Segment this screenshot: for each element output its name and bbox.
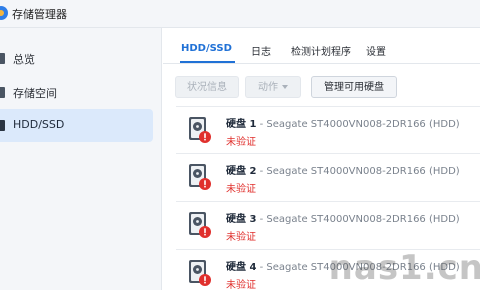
- manage-available-label: 管理可用硬盘: [324, 82, 384, 93]
- hard-drive-warning-icon: [189, 164, 211, 190]
- list-item[interactable]: 硬盘 1 - Seagate ST4000VN008-2DR166 (HDD) …: [176, 106, 480, 154]
- sidebar-item-label: 总览: [13, 53, 35, 66]
- disk-separator: -: [256, 166, 267, 177]
- sidebar-item-label: 存储空间: [13, 87, 57, 100]
- hard-drive-warning-icon: [189, 117, 211, 143]
- tab-hdd-ssd[interactable]: HDD/SSD: [181, 43, 232, 54]
- action-label: 动作: [258, 82, 278, 93]
- hdd-icon: [0, 120, 5, 131]
- tab-settings[interactable]: 设置: [366, 43, 386, 58]
- sidebar-item-storage-pool[interactable]: 存储空间: [0, 76, 153, 109]
- overview-icon: [0, 53, 5, 64]
- status-info-label: 状况信息: [187, 82, 227, 93]
- hard-drive-warning-icon: [189, 212, 211, 238]
- disk-title: 硬盘 1 - Seagate ST4000VN008-2DR166 (HDD): [226, 115, 460, 130]
- title-bar: 存储管理器: [0, 0, 480, 28]
- watermark: nas1.cn: [328, 248, 480, 288]
- sidebar: 总览 存储空间 HDD/SSD: [0, 28, 162, 290]
- sidebar-item-label: HDD/SSD: [13, 118, 65, 131]
- disk-model: Seagate ST4000VN008-2DR166 (HDD): [266, 214, 460, 225]
- window-title: 存储管理器: [12, 8, 67, 21]
- status-info-button[interactable]: 状况信息: [175, 76, 239, 98]
- disk-name: 硬盘 1: [226, 119, 257, 130]
- list-item[interactable]: 硬盘 3 - Seagate ST4000VN008-2DR166 (HDD) …: [176, 202, 480, 250]
- disk-model: Seagate ST4000VN008-2DR166 (HDD): [266, 166, 460, 177]
- disk-model: Seagate ST4000VN008-2DR166 (HDD): [266, 119, 460, 130]
- disk-title: 硬盘 2 - Seagate ST4000VN008-2DR166 (HDD): [226, 162, 460, 177]
- storage-manager-window: 存储管理器 总览 存储空间 HDD/SSD HDD/SSD 日志 检测计划程序 …: [0, 0, 480, 290]
- disk-status: 未验证: [226, 137, 256, 148]
- manage-available-drives-button[interactable]: 管理可用硬盘: [311, 76, 397, 98]
- sidebar-item-hdd-ssd[interactable]: HDD/SSD: [0, 109, 153, 142]
- disk-title: 硬盘 3 - Seagate ST4000VN008-2DR166 (HDD): [226, 210, 460, 225]
- tab-test-scheduler[interactable]: 检测计划程序: [291, 43, 351, 58]
- action-dropdown-button[interactable]: 动作: [245, 76, 301, 98]
- disk-name: 硬盘 2: [226, 166, 257, 177]
- storage-pool-icon: [0, 87, 5, 98]
- disk-separator: -: [256, 262, 267, 273]
- chevron-down-icon: [282, 85, 288, 89]
- disk-status: 未验证: [226, 184, 256, 195]
- hard-drive-warning-icon: [189, 260, 211, 286]
- tab-divider: [163, 63, 480, 64]
- disk-separator: -: [256, 119, 267, 130]
- sidebar-item-overview[interactable]: 总览: [0, 42, 153, 75]
- disk-name: 硬盘 4: [226, 262, 257, 273]
- tab-log[interactable]: 日志: [251, 43, 271, 58]
- disk-separator: -: [256, 214, 267, 225]
- disk-name: 硬盘 3: [226, 214, 257, 225]
- disk-status: 未验证: [226, 280, 256, 290]
- disk-status: 未验证: [226, 232, 256, 243]
- storage-manager-app-icon: [0, 6, 8, 20]
- list-item[interactable]: 硬盘 2 - Seagate ST4000VN008-2DR166 (HDD) …: [176, 154, 480, 202]
